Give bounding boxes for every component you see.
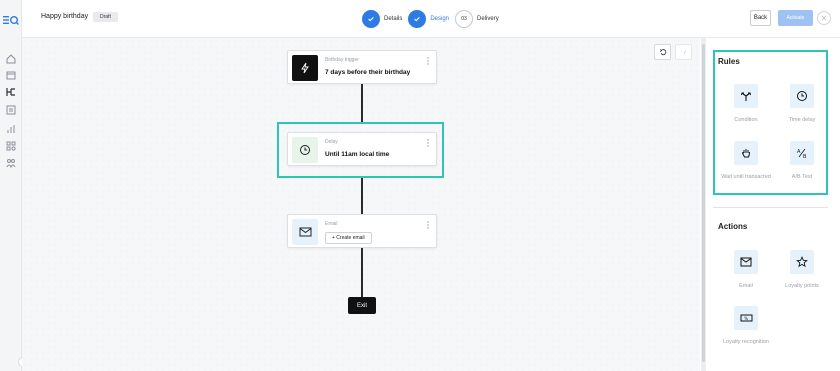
step-label: Details — [384, 16, 403, 22]
tile-label: Time delay — [788, 117, 816, 123]
svg-text:%: % — [744, 316, 748, 321]
scrollbar-thumb[interactable] — [702, 44, 705, 362]
node-main-label: Until 11am local time — [325, 151, 390, 158]
close-icon — [821, 15, 827, 21]
delay-node[interactable]: Delay Until 11am local time — [287, 132, 437, 166]
undo-button[interactable] — [654, 44, 671, 60]
redo-button[interactable] — [675, 44, 692, 60]
star-icon — [790, 250, 814, 274]
lightning-icon — [292, 55, 318, 81]
list-icon[interactable] — [5, 104, 17, 116]
activate-button[interactable]: Activate — [778, 10, 813, 26]
connector-line — [361, 84, 363, 124]
connector-line — [361, 176, 363, 216]
checkmark-icon — [414, 17, 421, 22]
connector-line — [361, 248, 363, 298]
tile-label: Email — [739, 283, 753, 289]
step-delivery[interactable]: 03 Delivery — [455, 10, 499, 28]
apps-icon[interactable] — [5, 140, 17, 152]
home-icon[interactable] — [5, 53, 17, 65]
exit-node[interactable]: Exit — [348, 297, 376, 314]
more-options-icon[interactable] — [427, 139, 429, 147]
envelope-icon — [734, 250, 758, 274]
close-button[interactable] — [817, 11, 831, 25]
tile-label: A/B Test — [791, 174, 813, 180]
email-node[interactable]: Email + Create email — [287, 214, 437, 248]
envelope-icon — [292, 219, 318, 245]
journeys-icon[interactable] — [5, 86, 17, 98]
stepper: Details Design 03 Delivery — [362, 7, 505, 31]
svg-text:A: A — [797, 149, 801, 155]
checkmark-icon — [368, 17, 374, 22]
hand-icon — [734, 141, 758, 165]
nav-rail — [0, 0, 28, 371]
action-loyalty-points[interactable]: Loyalty points — [777, 250, 827, 291]
step-label: Delivery — [477, 16, 499, 22]
node-main-label: 7 days before their birthday — [325, 69, 411, 76]
app-logo-icon[interactable] — [3, 14, 19, 26]
status-badge: Draft — [93, 12, 118, 22]
action-email[interactable]: Email — [721, 250, 771, 291]
back-button[interactable]: Back — [750, 10, 771, 26]
node-type-label: Email — [325, 221, 338, 227]
rule-time-delay[interactable]: Time delay — [777, 84, 827, 125]
node-type-label: Birthday trigger — [325, 57, 359, 63]
step-number: 03 — [455, 10, 474, 28]
step-design[interactable]: Design — [408, 10, 449, 28]
action-loyalty-recognition[interactable]: % Loyalty recognition — [721, 306, 771, 347]
tile-label: Wait until transacted — [721, 174, 771, 180]
step-details[interactable]: Details — [362, 10, 402, 28]
section-divider — [713, 207, 828, 208]
step-active-indicator — [408, 10, 427, 28]
tile-label: Loyalty recognition — [723, 339, 769, 345]
top-header: Happy birthday Draft Details Design 03 D… — [22, 0, 840, 38]
rules-title: Rules — [718, 57, 740, 66]
actions-title: Actions — [718, 222, 748, 231]
step-done-indicator — [362, 10, 380, 28]
step-label: Design — [430, 16, 450, 22]
users-icon[interactable] — [5, 157, 17, 169]
node-type-label: Delay — [325, 139, 338, 145]
ticket-icon: % — [734, 306, 758, 330]
tile-label: Condition — [734, 117, 758, 123]
undo-icon — [659, 49, 666, 56]
tile-label: Loyalty points — [785, 283, 819, 289]
more-options-icon[interactable] — [427, 221, 429, 229]
analytics-icon[interactable] — [5, 123, 17, 135]
clock-icon — [790, 84, 814, 108]
redo-icon — [683, 50, 686, 54]
more-options-icon[interactable] — [427, 57, 429, 65]
campaign-title: Happy birthday — [41, 13, 89, 20]
trigger-node[interactable]: Birthday trigger 7 days before their bir… — [287, 50, 437, 84]
svg-text:B: B — [803, 154, 807, 159]
rule-wait-until-transacted[interactable]: Wait until transacted — [721, 141, 771, 182]
create-email-button[interactable]: + Create email — [325, 232, 372, 244]
clock-icon — [292, 137, 318, 163]
branch-icon — [734, 84, 758, 108]
ab-test-icon: AB — [790, 141, 814, 165]
store-icon[interactable] — [5, 69, 17, 81]
rule-condition[interactable]: Condition — [721, 84, 771, 125]
rule-ab-test[interactable]: AB A/B Test — [777, 141, 827, 182]
